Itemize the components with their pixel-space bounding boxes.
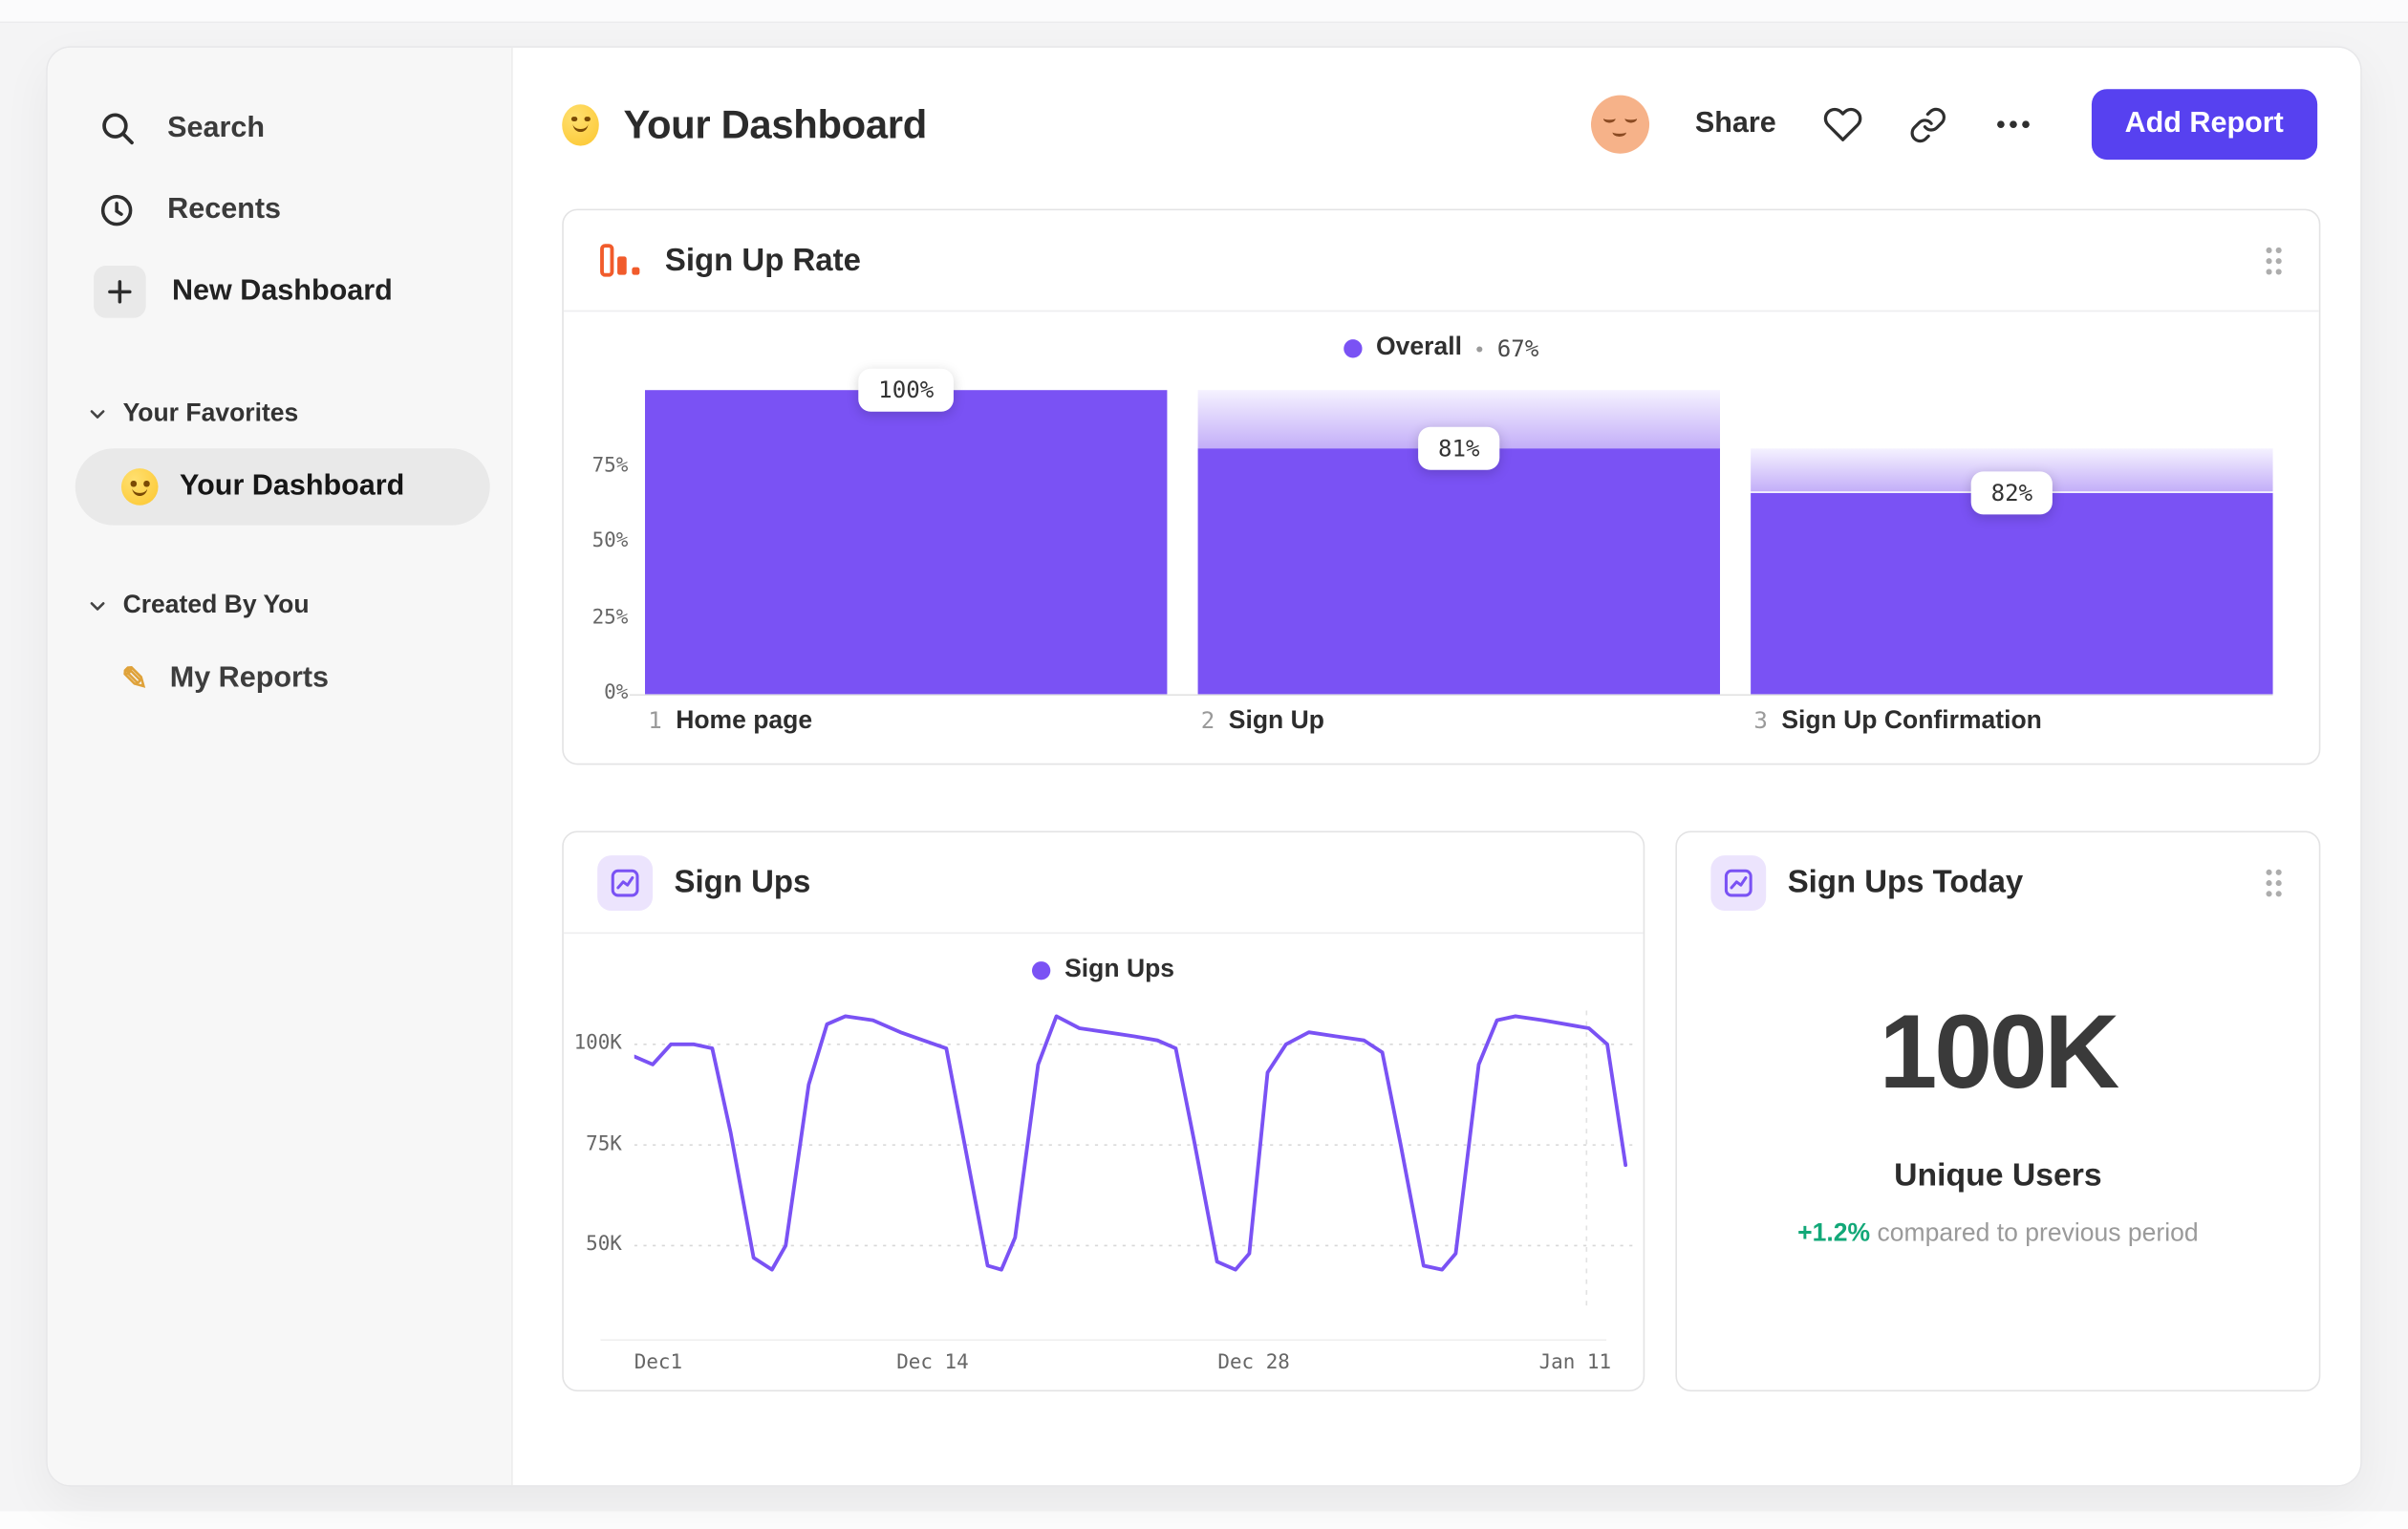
top-strip bbox=[0, 0, 2408, 24]
sidebar: Search Recents New Dashboard Your Favori… bbox=[47, 47, 513, 1486]
smiley-emoji-icon bbox=[120, 468, 159, 506]
x-axis-tick-label: Dec 14 bbox=[896, 1351, 969, 1375]
bottom-strip bbox=[0, 1511, 2408, 1529]
x-axis-tick-label: Dec 28 bbox=[1217, 1351, 1290, 1375]
legend-label: Sign Ups bbox=[1064, 955, 1175, 983]
delta-percent: +1.2% bbox=[1797, 1219, 1871, 1247]
card-header: Sign Up Rate bbox=[563, 210, 2319, 312]
header-actions: Share Add Report bbox=[1590, 89, 2318, 161]
delta-note: compared to previous period bbox=[1877, 1219, 2199, 1247]
funnel-step-name: 3 Sign Up Confirmation bbox=[1753, 706, 2042, 735]
more-options-icon[interactable] bbox=[1992, 104, 2032, 144]
card-header: Sign Ups bbox=[563, 832, 1644, 935]
sidebar-section-your-favorites[interactable]: Your Favorites bbox=[48, 387, 511, 440]
kpi-card: Sign Ups Today 100K Unique Users +1.2% c… bbox=[1675, 830, 2321, 1392]
sidebar-item-label: New Dashboard bbox=[171, 274, 393, 308]
y-axis-tick-label: 100K bbox=[573, 1031, 622, 1056]
funnel-bar-sign-up[interactable]: 81% 2 Sign Up bbox=[1197, 390, 1720, 734]
copy-link-icon[interactable] bbox=[1908, 105, 1946, 143]
y-axis-tick-label: 75% bbox=[591, 453, 629, 478]
card-title: Sign Ups bbox=[674, 864, 811, 899]
sidebar-section-title: Your Favorites bbox=[122, 398, 299, 426]
funnel-card: Sign Up Rate Overall • 67% 75%50%25%0 bbox=[562, 208, 2321, 765]
funnel-step-name: 2 Sign Up bbox=[1200, 706, 1324, 735]
sidebar-item-new-dashboard[interactable]: New Dashboard bbox=[48, 250, 511, 334]
add-report-button[interactable]: Add Report bbox=[2091, 89, 2318, 161]
page-title: Your Dashboard bbox=[623, 100, 927, 147]
chevron-down-icon bbox=[90, 601, 105, 611]
legend-label: Overall bbox=[1376, 333, 1462, 361]
favorite-heart-icon[interactable] bbox=[1822, 104, 1862, 144]
x-axis-tick-label: Jan 11 bbox=[1538, 1351, 1612, 1375]
y-axis-tick-label: 50K bbox=[586, 1233, 622, 1257]
page: Search Recents New Dashboard Your Favori… bbox=[0, 0, 2408, 1529]
funnel-bar-sign-up-confirmation[interactable]: 82% 3 Sign Up Confirmation bbox=[1751, 390, 2273, 734]
y-axis-tick-label: 0% bbox=[604, 681, 629, 705]
funnel-value-label: 81% bbox=[1418, 426, 1500, 470]
legend-separator: • bbox=[1475, 335, 1484, 360]
avatar[interactable] bbox=[1590, 95, 1649, 154]
title-group: Your Dashboard bbox=[562, 100, 927, 148]
sidebar-item-search[interactable]: Search bbox=[48, 88, 511, 169]
pencil-emoji-icon: ✎ bbox=[120, 660, 149, 697]
sidebar-item-label: Recents bbox=[167, 192, 281, 226]
legend-value: 67% bbox=[1496, 334, 1539, 362]
card-title: Sign Ups Today bbox=[1787, 864, 2024, 900]
drag-handle-icon[interactable] bbox=[2262, 866, 2285, 899]
sidebar-item-your-dashboard[interactable]: Your Dashboard bbox=[75, 448, 490, 526]
funnel-step-name: 1 Home page bbox=[648, 706, 813, 735]
chart-legend[interactable]: Overall • 67% bbox=[564, 334, 2319, 363]
dashboard-header: Your Dashboard Share Add Report bbox=[562, 84, 2318, 164]
sidebar-item-label: Your Dashboard bbox=[180, 469, 405, 503]
line-x-axis-line bbox=[600, 1339, 1607, 1342]
legend-dot bbox=[1344, 338, 1363, 357]
card-header: Sign Ups Today bbox=[1677, 832, 2319, 934]
y-axis-tick-label: 75K bbox=[586, 1132, 622, 1156]
legend-dot bbox=[1032, 960, 1051, 980]
y-axis-tick-label: 50% bbox=[591, 529, 629, 553]
main-content: Your Dashboard Share Add Report Sign Up … bbox=[512, 47, 2361, 1486]
funnel-baseline bbox=[629, 694, 2273, 697]
plus-icon bbox=[94, 266, 146, 318]
funnel-value-label: 100% bbox=[858, 368, 955, 412]
funnel-bars: 100% 1 Home page 81% 2 Sign Up 82% 3 Sign Up Con… bbox=[644, 368, 2273, 734]
funnel-value-label: 82% bbox=[1970, 470, 2053, 514]
sidebar-item-recents[interactable]: Recents bbox=[48, 169, 511, 250]
sidebar-section-title: Created By You bbox=[122, 590, 310, 618]
funnel-bar-home-page[interactable]: 100% 1 Home page bbox=[644, 368, 1168, 734]
chart-legend[interactable]: Sign Ups bbox=[564, 956, 1644, 985]
y-axis-tick-label: 25% bbox=[591, 606, 629, 630]
line-chart-plot[interactable] bbox=[634, 1001, 1633, 1340]
line-chart-icon bbox=[597, 854, 654, 911]
line-chart-icon bbox=[1710, 855, 1767, 912]
kpi-value: 100K bbox=[1879, 993, 2120, 1110]
kpi-delta: +1.2% compared to previous period bbox=[1677, 1219, 2319, 1249]
smiley-emoji-icon bbox=[562, 103, 599, 145]
share-button[interactable]: Share bbox=[1695, 107, 1776, 140]
clock-icon bbox=[97, 191, 137, 228]
sidebar-item-label: Search bbox=[167, 111, 266, 144]
app-window: Search Recents New Dashboard Your Favori… bbox=[46, 46, 2362, 1487]
search-icon bbox=[97, 109, 137, 147]
drag-handle-icon[interactable] bbox=[2262, 244, 2285, 277]
sidebar-item-my-reports[interactable]: ✎ My Reports bbox=[75, 640, 490, 717]
chevron-down-icon bbox=[90, 409, 105, 419]
card-title: Sign Up Rate bbox=[664, 242, 861, 278]
sidebar-section-created-by-you[interactable]: Created By You bbox=[48, 579, 511, 632]
bar-chart-icon bbox=[600, 243, 640, 276]
x-axis-tick-label: Dec1 bbox=[634, 1351, 683, 1375]
sidebar-item-label: My Reports bbox=[169, 661, 330, 695]
line-chart-card: Sign Ups Sign Ups 100K 75K 50K Dec1 Dec 14 D… bbox=[562, 830, 1645, 1392]
kpi-label: Unique Users bbox=[1894, 1157, 2102, 1194]
